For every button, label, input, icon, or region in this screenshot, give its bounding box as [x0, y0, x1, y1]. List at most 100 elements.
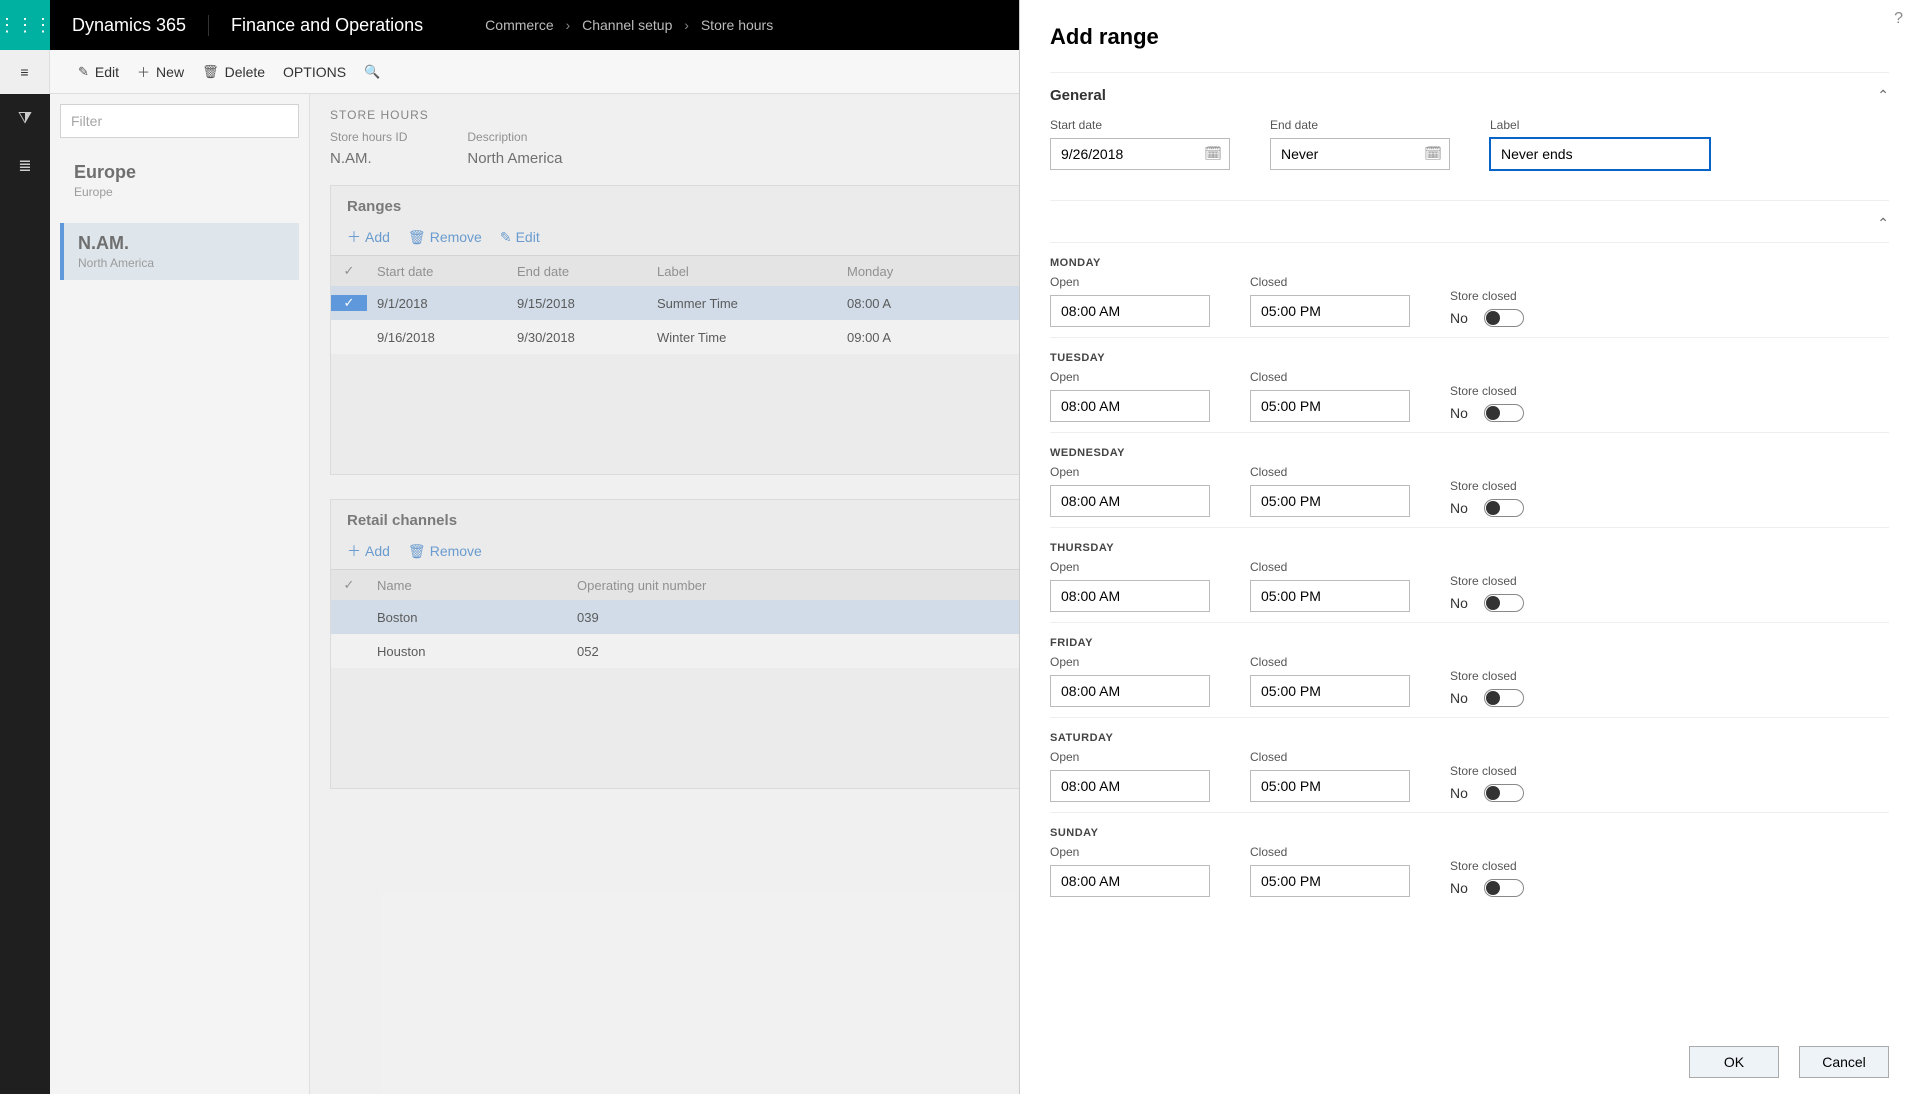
- closed-label: Closed: [1250, 655, 1410, 669]
- ranges-remove-button[interactable]: 🗑Remove: [408, 227, 482, 247]
- label-label: Label: [1490, 118, 1710, 132]
- open-time-input[interactable]: [1050, 485, 1210, 517]
- store-closed-toggle[interactable]: [1484, 309, 1524, 327]
- day-heading: TUESDAY: [1050, 352, 1889, 364]
- cell-end: 9/30/2018: [507, 330, 647, 345]
- open-time-input[interactable]: [1050, 770, 1210, 802]
- nav-group-title: N.AM.: [78, 233, 285, 254]
- store-closed-value: No: [1450, 880, 1470, 896]
- left-rail: ≡ ⧩ ≣: [0, 50, 50, 1094]
- filter-icon[interactable]: ⧩: [18, 110, 32, 128]
- channels-remove-button[interactable]: 🗑Remove: [408, 541, 482, 561]
- pencil-icon: ✎: [78, 64, 89, 80]
- breadcrumb: Commerce › Channel setup › Store hours: [445, 17, 773, 33]
- panel-title: Add range: [1020, 0, 1919, 60]
- plus-icon: ＋: [347, 227, 361, 247]
- cell-start: 9/16/2018: [367, 330, 507, 345]
- app-launcher-icon[interactable]: ⋮⋮⋮: [0, 0, 50, 50]
- channels-add-button[interactable]: ＋Add: [347, 541, 390, 561]
- store-closed-toggle[interactable]: [1484, 404, 1524, 422]
- day-heading: SUNDAY: [1050, 827, 1889, 839]
- crumb-0[interactable]: Commerce: [485, 17, 553, 33]
- crumb-1[interactable]: Channel setup: [582, 17, 672, 33]
- general-section-title: General: [1050, 87, 1106, 104]
- nav-group-nam[interactable]: N.AM. North America: [60, 223, 299, 280]
- calendar-icon[interactable]: 🗓: [1204, 145, 1222, 162]
- closed-time-input[interactable]: [1250, 580, 1410, 612]
- cell-label: Summer Time: [647, 296, 837, 311]
- closed-time-input[interactable]: [1250, 770, 1410, 802]
- edit-button[interactable]: ✎Edit: [78, 64, 119, 80]
- help-icon[interactable]: ?: [1894, 10, 1903, 28]
- closed-label: Closed: [1250, 845, 1410, 859]
- chevron-right-icon: ›: [676, 17, 697, 33]
- checkbox-header[interactable]: ✓: [331, 577, 367, 593]
- closed-label: Closed: [1250, 560, 1410, 574]
- open-time-input[interactable]: [1050, 295, 1210, 327]
- end-date-input[interactable]: [1270, 138, 1450, 170]
- closed-label: Closed: [1250, 750, 1410, 764]
- open-time-input[interactable]: [1050, 580, 1210, 612]
- delete-button[interactable]: 🗑Delete: [202, 64, 265, 80]
- store-closed-value: No: [1450, 595, 1470, 611]
- col-start-date[interactable]: Start date: [367, 264, 507, 279]
- cell-start: 9/1/2018: [367, 296, 507, 311]
- chevron-up-icon[interactable]: ⌃: [1877, 215, 1889, 232]
- label-input[interactable]: [1490, 138, 1710, 170]
- ranges-edit-button[interactable]: ✎Edit: [500, 227, 540, 247]
- chevron-right-icon: ›: [558, 17, 579, 33]
- store-closed-toggle[interactable]: [1484, 499, 1524, 517]
- open-label: Open: [1050, 560, 1210, 574]
- day-section: MONDAYOpenClosedStore closedNo: [1050, 242, 1889, 327]
- chevron-up-icon[interactable]: ⌃: [1877, 87, 1889, 104]
- new-button[interactable]: ＋New: [137, 62, 184, 81]
- col-end-date[interactable]: End date: [507, 264, 647, 279]
- add-range-panel: ? Add range General ⌃ Start date 🗓 End d…: [1019, 0, 1919, 1094]
- calendar-icon[interactable]: 🗓: [1424, 145, 1442, 162]
- store-closed-label: Store closed: [1450, 859, 1524, 873]
- nav-group-europe[interactable]: Europe Europe: [60, 152, 299, 209]
- crumb-2[interactable]: Store hours: [701, 17, 773, 33]
- start-date-input[interactable]: [1050, 138, 1230, 170]
- ranges-add-button[interactable]: ＋Add: [347, 227, 390, 247]
- nav-group-sub: Europe: [74, 185, 285, 199]
- store-closed-value: No: [1450, 310, 1470, 326]
- closed-label: Closed: [1250, 275, 1410, 289]
- cell-name: Boston: [367, 610, 567, 625]
- options-button[interactable]: OPTIONS: [283, 64, 346, 80]
- day-section: SUNDAYOpenClosedStore closedNo: [1050, 812, 1889, 897]
- closed-time-input[interactable]: [1250, 390, 1410, 422]
- cancel-button[interactable]: Cancel: [1799, 1046, 1889, 1078]
- closed-time-input[interactable]: [1250, 485, 1410, 517]
- open-label: Open: [1050, 655, 1210, 669]
- col-name[interactable]: Name: [367, 578, 567, 593]
- checkbox-header[interactable]: ✓: [331, 263, 367, 279]
- trash-icon: 🗑: [408, 229, 426, 246]
- day-section: THURSDAYOpenClosedStore closedNo: [1050, 527, 1889, 612]
- description-value: North America: [467, 150, 562, 167]
- search-button[interactable]: 🔍: [364, 64, 380, 80]
- ok-button[interactable]: OK: [1689, 1046, 1779, 1078]
- closed-time-input[interactable]: [1250, 675, 1410, 707]
- filter-input[interactable]: [60, 104, 299, 138]
- list-icon[interactable]: ≣: [18, 156, 31, 176]
- open-time-input[interactable]: [1050, 390, 1210, 422]
- open-time-input[interactable]: [1050, 865, 1210, 897]
- col-monday[interactable]: Monday: [837, 264, 957, 279]
- cell-end: 9/15/2018: [507, 296, 647, 311]
- store-closed-toggle[interactable]: [1484, 689, 1524, 707]
- col-operating-unit[interactable]: Operating unit number: [567, 578, 787, 593]
- end-date-label: End date: [1270, 118, 1450, 132]
- store-closed-toggle[interactable]: [1484, 594, 1524, 612]
- closed-time-input[interactable]: [1250, 865, 1410, 897]
- store-closed-label: Store closed: [1450, 384, 1524, 398]
- store-closed-toggle[interactable]: [1484, 784, 1524, 802]
- store-closed-value: No: [1450, 690, 1470, 706]
- nav-toggle-icon[interactable]: ≡: [0, 50, 50, 94]
- open-time-input[interactable]: [1050, 675, 1210, 707]
- closed-time-input[interactable]: [1250, 295, 1410, 327]
- store-closed-toggle[interactable]: [1484, 879, 1524, 897]
- cell-name: Houston: [367, 644, 567, 659]
- row-checkbox[interactable]: ✓: [331, 295, 367, 311]
- col-label[interactable]: Label: [647, 264, 837, 279]
